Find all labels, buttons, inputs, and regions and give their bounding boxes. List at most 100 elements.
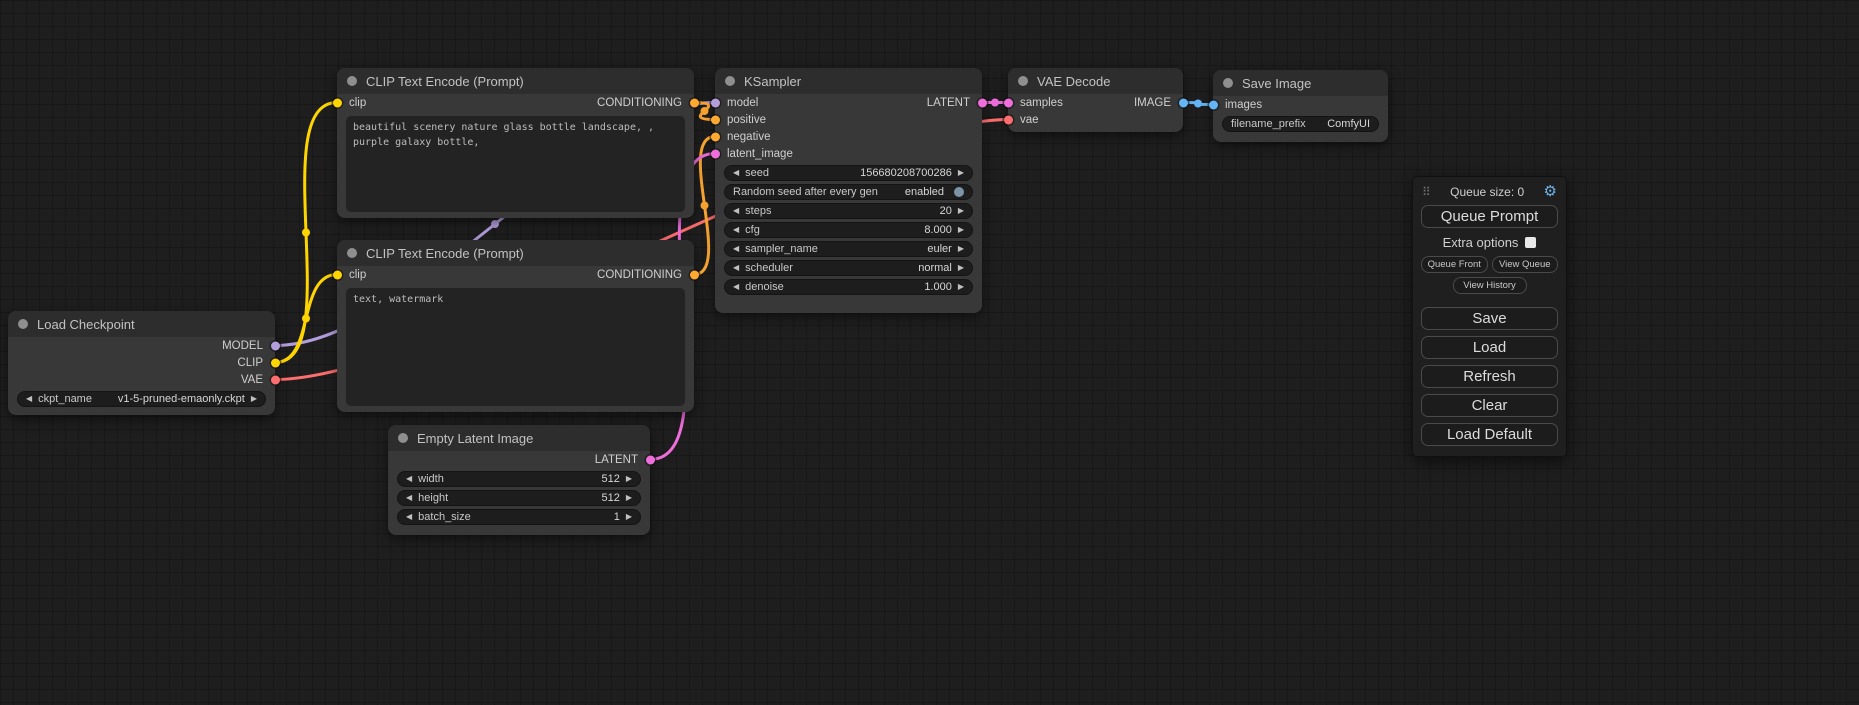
- increment-arrow-icon[interactable]: ▶: [626, 494, 632, 502]
- node-title-bar[interactable]: CLIP Text Encode (Prompt): [337, 240, 694, 266]
- output-port-image[interactable]: [1179, 98, 1188, 107]
- widget-label: seed: [745, 167, 769, 179]
- node-vae-decode[interactable]: VAE Decode samples IMAGE vae: [1008, 68, 1183, 132]
- node-load-checkpoint[interactable]: Load Checkpoint MODEL CLIP VAE ◀ ckpt_na…: [8, 311, 275, 415]
- widget-sampler-name[interactable]: ◀ sampler_name euler ▶: [724, 241, 973, 257]
- increment-arrow-icon[interactable]: ▶: [958, 169, 964, 177]
- slot-label-image: IMAGE: [1134, 97, 1171, 109]
- increment-arrow-icon[interactable]: ▶: [626, 513, 632, 521]
- decrement-arrow-icon[interactable]: ◀: [26, 395, 32, 403]
- widget-ckpt-name[interactable]: ◀ ckpt_name v1-5-pruned-emaonly.ckpt ▶: [17, 391, 266, 407]
- node-graph-canvas[interactable]: Load Checkpoint MODEL CLIP VAE ◀ ckpt_na…: [0, 0, 1859, 705]
- increment-arrow-icon[interactable]: ▶: [251, 395, 257, 403]
- view-queue-button[interactable]: View Queue: [1492, 256, 1559, 273]
- output-port-vae[interactable]: [271, 375, 280, 384]
- increment-arrow-icon[interactable]: ▶: [626, 475, 632, 483]
- clear-button[interactable]: Clear: [1421, 394, 1558, 417]
- decrement-arrow-icon[interactable]: ◀: [733, 283, 739, 291]
- output-port-model[interactable]: [271, 341, 280, 350]
- node-clip-text-encode-negative[interactable]: CLIP Text Encode (Prompt) clip CONDITION…: [337, 240, 694, 412]
- widget-steps[interactable]: ◀ steps 20 ▶: [724, 203, 973, 219]
- decrement-arrow-icon[interactable]: ◀: [406, 513, 412, 521]
- load-button[interactable]: Load: [1421, 336, 1558, 359]
- prompt-textarea[interactable]: beautiful scenery nature glass bottle la…: [346, 116, 685, 212]
- widget-random-seed-toggle[interactable]: Random seed after every gen enabled: [724, 184, 973, 200]
- toggle-knob-icon[interactable]: [954, 187, 964, 197]
- output-port-conditioning[interactable]: [690, 98, 699, 107]
- input-port-positive[interactable]: [711, 115, 720, 124]
- widget-label: filename_prefix: [1231, 118, 1306, 130]
- node-title-bar[interactable]: Save Image: [1213, 70, 1388, 96]
- input-port-model[interactable]: [711, 98, 720, 107]
- view-history-button[interactable]: View History: [1453, 277, 1527, 294]
- widget-label: scheduler: [745, 262, 793, 274]
- queue-front-button[interactable]: Queue Front: [1421, 256, 1488, 273]
- load-default-button[interactable]: Load Default: [1421, 423, 1558, 446]
- drag-handle-icon[interactable]: ⠿: [1422, 185, 1431, 199]
- decrement-arrow-icon[interactable]: ◀: [733, 245, 739, 253]
- widget-height[interactable]: ◀ height 512 ▶: [397, 490, 641, 506]
- output-port-clip[interactable]: [271, 358, 280, 367]
- link-midpoint-dot: [302, 315, 310, 323]
- collapse-dot-icon[interactable]: [347, 76, 357, 86]
- node-empty-latent-image[interactable]: Empty Latent Image LATENT ◀ width 512 ▶ …: [388, 425, 650, 535]
- collapse-dot-icon[interactable]: [18, 319, 28, 329]
- input-port-clip[interactable]: [333, 270, 342, 279]
- extra-options-checkbox[interactable]: [1525, 237, 1536, 248]
- widget-label: height: [418, 492, 448, 504]
- collapse-dot-icon[interactable]: [347, 248, 357, 258]
- node-ksampler[interactable]: KSampler model LATENT positive negative …: [715, 68, 982, 313]
- collapse-dot-icon[interactable]: [1018, 76, 1028, 86]
- widget-filename-prefix[interactable]: filename_prefix ComfyUI: [1222, 116, 1379, 132]
- node-title-bar[interactable]: KSampler: [715, 68, 982, 94]
- output-port-latent[interactable]: [646, 455, 655, 464]
- input-port-latent-image[interactable]: [711, 149, 720, 158]
- widget-batch-size[interactable]: ◀ batch_size 1 ▶: [397, 509, 641, 525]
- save-button[interactable]: Save: [1421, 307, 1558, 330]
- output-port-latent[interactable]: [978, 98, 987, 107]
- refresh-button[interactable]: Refresh: [1421, 365, 1558, 388]
- decrement-arrow-icon[interactable]: ◀: [733, 169, 739, 177]
- slot-label-model: model: [727, 97, 758, 109]
- input-port-images[interactable]: [1209, 100, 1218, 109]
- input-port-negative[interactable]: [711, 132, 720, 141]
- settings-gear-icon[interactable]: ⚙: [1544, 184, 1557, 199]
- queue-prompt-button[interactable]: Queue Prompt: [1421, 205, 1558, 228]
- increment-arrow-icon[interactable]: ▶: [958, 283, 964, 291]
- node-title: CLIP Text Encode (Prompt): [366, 74, 524, 89]
- decrement-arrow-icon[interactable]: ◀: [406, 494, 412, 502]
- node-title-bar[interactable]: CLIP Text Encode (Prompt): [337, 68, 694, 94]
- increment-arrow-icon[interactable]: ▶: [958, 245, 964, 253]
- increment-arrow-icon[interactable]: ▶: [958, 226, 964, 234]
- node-title-bar[interactable]: Load Checkpoint: [8, 311, 275, 337]
- collapse-dot-icon[interactable]: [1223, 78, 1233, 88]
- output-port-conditioning[interactable]: [690, 270, 699, 279]
- input-port-samples[interactable]: [1004, 98, 1013, 107]
- increment-arrow-icon[interactable]: ▶: [958, 207, 964, 215]
- widget-width[interactable]: ◀ width 512 ▶: [397, 471, 641, 487]
- node-save-image[interactable]: Save Image images filename_prefix ComfyU…: [1213, 70, 1388, 142]
- decrement-arrow-icon[interactable]: ◀: [733, 207, 739, 215]
- link-midpoint-dot: [701, 107, 709, 115]
- output-slot-row: CLIP: [8, 354, 275, 371]
- node-title-bar[interactable]: Empty Latent Image: [388, 425, 650, 451]
- collapse-dot-icon[interactable]: [725, 76, 735, 86]
- widget-scheduler[interactable]: ◀ scheduler normal ▶: [724, 260, 973, 276]
- increment-arrow-icon[interactable]: ▶: [958, 264, 964, 272]
- widget-cfg[interactable]: ◀ cfg 8.000 ▶: [724, 222, 973, 238]
- decrement-arrow-icon[interactable]: ◀: [733, 226, 739, 234]
- widget-denoise[interactable]: ◀ denoise 1.000 ▶: [724, 279, 973, 295]
- slot-row: clip CONDITIONING: [337, 266, 694, 283]
- node-clip-text-encode-positive[interactable]: CLIP Text Encode (Prompt) clip CONDITION…: [337, 68, 694, 218]
- collapse-dot-icon[interactable]: [398, 433, 408, 443]
- node-title: Empty Latent Image: [417, 431, 533, 446]
- slot-label-model: MODEL: [222, 340, 263, 352]
- prompt-textarea[interactable]: text, watermark: [346, 288, 685, 406]
- input-port-clip[interactable]: [333, 98, 342, 107]
- decrement-arrow-icon[interactable]: ◀: [733, 264, 739, 272]
- input-port-vae[interactable]: [1004, 115, 1013, 124]
- node-title-bar[interactable]: VAE Decode: [1008, 68, 1183, 94]
- decrement-arrow-icon[interactable]: ◀: [406, 475, 412, 483]
- slot-label-clip: CLIP: [237, 357, 263, 369]
- widget-seed[interactable]: ◀ seed 156680208700286 ▶: [724, 165, 973, 181]
